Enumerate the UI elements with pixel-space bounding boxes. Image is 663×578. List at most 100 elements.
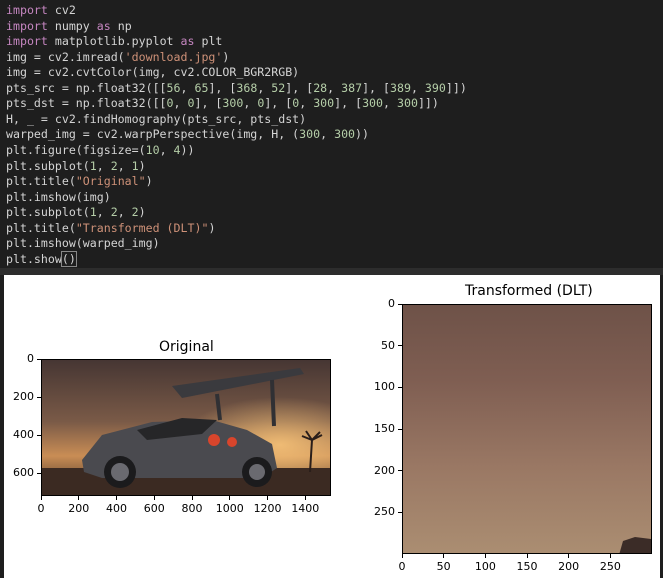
code-token: 4 — [173, 142, 181, 157]
code-line[interactable]: plt.subplot(1, 2, 2) — [6, 204, 146, 220]
code-token: 'download.jpg' — [124, 49, 223, 64]
code-token: warped_img = cv2.warpPerspective(img, H,… — [6, 127, 300, 142]
code-token: H, _ = cv2.findHomography(pts_src, pts_d… — [6, 111, 307, 126]
transformed-x-tick-mark — [401, 554, 403, 558]
code-line[interactable]: plt.figure(figsize=(10, 4)) — [6, 142, 195, 158]
code-line[interactable]: plt.imshow(warped_img) — [6, 235, 160, 251]
code-token: "Original" — [75, 174, 146, 189]
output-area: Original 0 200 400 600 800 1000 1200 140… — [4, 275, 660, 578]
code-line[interactable]: warped_img = cv2.warpPerspective(img, H,… — [6, 126, 369, 142]
code-token: () — [60, 250, 77, 267]
code-token: , — [320, 127, 335, 142]
original-y-tick-mark — [37, 472, 41, 474]
code-token: ], [ — [362, 80, 390, 95]
original-y-tick-mark — [37, 358, 41, 360]
original-y-tick-label: 400 — [13, 428, 34, 442]
original-y-tick-label: 0 — [27, 352, 34, 365]
code-line[interactable]: plt.subplot(1, 2, 1) — [6, 158, 146, 174]
original-x-tick-mark — [229, 496, 231, 500]
code-token: img = cv2.imread( — [6, 49, 125, 64]
transformed-y-tick-label: 50 — [381, 338, 395, 352]
code-line[interactable]: import matplotlib.pyplot as plt — [6, 33, 222, 49]
code-token: , — [257, 80, 272, 95]
code-cell[interactable]: import cv2 import numpy as np import matpl… — [0, 0, 663, 268]
original-x-tick-mark — [78, 496, 80, 500]
code-line[interactable]: plt.title("Original") — [6, 173, 153, 189]
original-x-tick-label: 600 — [143, 502, 165, 515]
original-image — [42, 360, 330, 495]
original-x-tick-mark — [267, 496, 269, 500]
tail-light — [227, 437, 237, 447]
code-token: plt.show — [6, 251, 62, 266]
code-token: 28 — [313, 80, 328, 95]
original-x-tick-mark — [116, 496, 118, 500]
code-line[interactable]: pts_dst = np.float32([[0, 0], [300, 0], … — [6, 95, 439, 111]
code-line[interactable]: H, _ = cv2.findHomography(pts_src, pts_d… — [6, 111, 306, 127]
transformed-y-tick-label: 200 — [374, 463, 395, 477]
code-token: 300 — [299, 127, 321, 142]
transformed-x-tick-mark — [484, 554, 486, 558]
code-line[interactable]: plt.show() — [6, 250, 77, 267]
warped-fill — [403, 305, 651, 553]
original-x-tick-mark — [153, 496, 155, 500]
transformed-image — [403, 305, 651, 553]
original-x-tick-label: 1400 — [291, 502, 320, 515]
code-token: ) — [208, 220, 216, 235]
code-token: import — [6, 18, 48, 33]
code-token: , — [96, 158, 111, 173]
transformed-x-tick-label: 150 — [516, 560, 538, 573]
code-token: ], [ — [264, 96, 293, 111]
code-token: "Transformed (DLT)" — [75, 220, 209, 235]
original-title: Original — [159, 339, 214, 355]
code-line[interactable]: plt.imshow(img) — [6, 189, 111, 205]
code-token: 2 — [110, 205, 118, 220]
code-token: 368 — [236, 80, 258, 95]
original-y-tick-mark — [37, 396, 41, 398]
code-token: 2 — [110, 158, 118, 173]
code-line[interactable]: pts_src = np.float32([[56, 65], [368, 52… — [6, 80, 467, 96]
transformed-x-tick-mark — [443, 554, 445, 558]
code-line[interactable]: img = cv2.cvtColor(img, cv2.COLOR_BGR2RG… — [6, 64, 299, 80]
original-x-tick-label: 400 — [106, 502, 128, 515]
original-x-tick-mark — [304, 496, 306, 500]
original-y-tick-mark — [37, 434, 41, 436]
transformed-image-axes — [402, 304, 652, 554]
transformed-x-tick-label: 50 — [436, 560, 451, 573]
code-token: 389 — [390, 80, 411, 95]
original-x-tick-mark — [191, 496, 193, 500]
code-token: ) — [138, 205, 146, 220]
code-token: )) — [355, 127, 370, 142]
code-token: as — [180, 34, 195, 49]
code-line[interactable]: plt.title("Transformed (DLT)") — [6, 220, 215, 236]
code-token: matplotlib.pyplot — [47, 34, 181, 49]
code-token: plt — [194, 34, 223, 49]
code-token: cv2 — [47, 3, 76, 17]
code-token: , — [117, 158, 132, 173]
code-token: plt.figure(figsize=( — [6, 142, 146, 157]
tail-light — [208, 434, 220, 446]
original-x-tick-label: 800 — [181, 502, 203, 515]
code-token: , — [180, 80, 195, 95]
original-x-tick-label: 0 — [37, 502, 45, 515]
original-x-tick-label: 200 — [68, 502, 90, 515]
code-token: import — [6, 3, 48, 17]
transformed-y-tick-mark — [398, 428, 402, 430]
code-token: import — [6, 34, 48, 49]
code-token: ], [ — [285, 80, 314, 95]
code-token: pts_src = np.float32([[ — [6, 80, 167, 95]
code-line[interactable]: img = cv2.imread('download.jpg') — [6, 49, 229, 65]
code-line[interactable]: import numpy as np — [6, 18, 132, 34]
transformed-y-tick-label: 0 — [388, 297, 395, 310]
code-line[interactable]: import cv2 — [6, 2, 76, 18]
code-token: 300 — [313, 96, 335, 111]
transformed-x-tick-mark — [568, 554, 570, 558]
transformed-x-tick-label: 250 — [599, 560, 621, 573]
original-y-tick-label: 600 — [13, 466, 34, 480]
code-token: 300 — [396, 96, 418, 111]
transformed-x-tick-label: 100 — [474, 560, 496, 573]
code-token: 300 — [222, 96, 244, 111]
transformed-title: Transformed (DLT) — [465, 283, 593, 299]
code-token: plt.title( — [6, 220, 76, 235]
transformed-x-tick-mark — [609, 554, 611, 558]
code-token: , — [117, 205, 132, 220]
